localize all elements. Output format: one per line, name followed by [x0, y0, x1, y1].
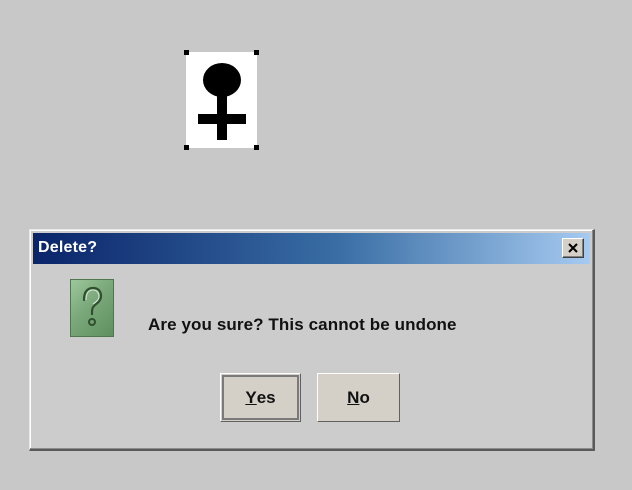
canvas-area[interactable]: Delete? Are you sure? This cannot be und…: [0, 0, 632, 490]
yes-button-label: es: [256, 387, 276, 407]
resize-handle-bottom-right[interactable]: [254, 145, 259, 150]
no-button[interactable]: No: [317, 373, 400, 422]
resize-handle-bottom-left[interactable]: [184, 145, 189, 150]
dialog-message: Are you sure? This cannot be undone: [148, 315, 457, 334]
close-x-icon: [568, 243, 578, 253]
question-mark-icon: [70, 279, 114, 337]
yes-button-mnemonic: Y: [245, 387, 257, 407]
close-button[interactable]: [562, 238, 584, 258]
resize-handle-top-left[interactable]: [184, 50, 189, 55]
venus-symbol-icon: [198, 63, 246, 140]
resize-handle-top-right[interactable]: [254, 50, 259, 55]
yes-button[interactable]: Yes: [220, 373, 301, 422]
delete-confirm-dialog: Delete? Are you sure? This cannot be und…: [29, 229, 595, 451]
dialog-title-bar[interactable]: Delete?: [33, 233, 590, 264]
no-button-mnemonic: N: [347, 387, 360, 407]
selected-shape[interactable]: [184, 50, 259, 150]
no-button-label: o: [359, 387, 370, 407]
dialog-title: Delete?: [38, 239, 98, 256]
